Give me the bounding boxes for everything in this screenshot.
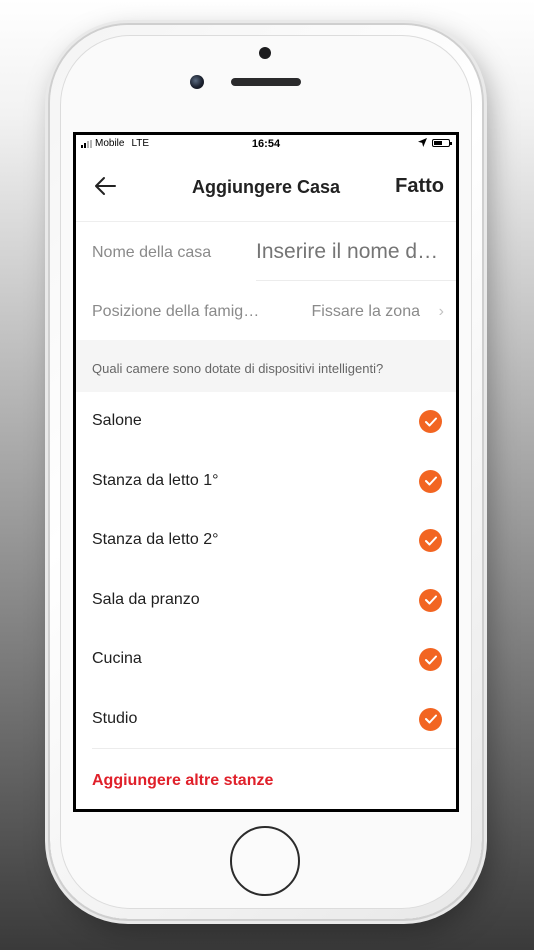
battery-level <box>434 140 442 145</box>
location-label: Posizione della famig… <box>92 303 260 320</box>
chevron-right-icon: › <box>438 303 444 320</box>
home-name-input[interactable] <box>256 240 442 264</box>
status-bar: Mobile LTE 16:54 <box>76 135 456 153</box>
checkmark-icon[interactable] <box>419 469 442 493</box>
navigation-bar: Aggiungere Casa Fatto <box>76 153 456 221</box>
earpiece-speaker <box>231 78 301 86</box>
checkmark-icon[interactable] <box>419 648 442 671</box>
home-button[interactable] <box>230 826 300 896</box>
room-item[interactable]: Salone <box>76 392 456 452</box>
room-label: Cucina <box>92 650 142 667</box>
room-item[interactable]: Cucina <box>76 630 456 690</box>
status-time: 16:54 <box>251 138 281 150</box>
room-label: Stanza da letto 2° <box>92 531 219 548</box>
checkmark-icon[interactable] <box>419 588 442 612</box>
room-item[interactable]: Sala da pranzo <box>76 571 456 631</box>
home-name-row: Nome della casa <box>76 222 456 281</box>
home-name-label: Nome della casa <box>92 244 212 261</box>
app-screen: Mobile LTE 16:54 Aggiungere Casa Fatto N… <box>73 132 459 812</box>
add-more-rooms-link[interactable]: Aggiungere altre stanze <box>92 772 273 790</box>
status-right <box>418 138 452 147</box>
location-row[interactable]: Posizione della famig… Fissare la zona › <box>76 281 456 340</box>
room-item[interactable]: Stanza da letto 1° <box>76 452 456 512</box>
room-item[interactable]: Stanza da letto 2° <box>76 511 456 571</box>
location-arrow-icon <box>418 138 427 147</box>
checkmark-icon[interactable] <box>419 410 442 433</box>
proximity-sensor <box>259 47 271 59</box>
room-label: Salone <box>92 412 142 429</box>
battery-icon <box>432 138 452 147</box>
rooms-question: Quali camere sono dotate di dispositivi … <box>92 361 384 376</box>
room-label: Stanza da letto 1° <box>92 471 219 489</box>
checkmark-icon[interactable] <box>419 707 442 731</box>
room-label: Sala da pranzo <box>92 590 200 608</box>
front-camera-icon <box>190 75 204 89</box>
room-label: Studio <box>92 709 138 727</box>
location-value: Fissare la zona <box>311 303 421 320</box>
rooms-list: Salone Stanza da letto 1° Stanza da lett… <box>76 392 456 749</box>
room-item[interactable]: Studio <box>76 690 456 750</box>
rooms-section-header: Quali camere sono dotate di dispositivi … <box>76 340 456 392</box>
done-button[interactable]: Fatto <box>395 175 444 198</box>
checkmark-icon[interactable] <box>419 529 442 552</box>
